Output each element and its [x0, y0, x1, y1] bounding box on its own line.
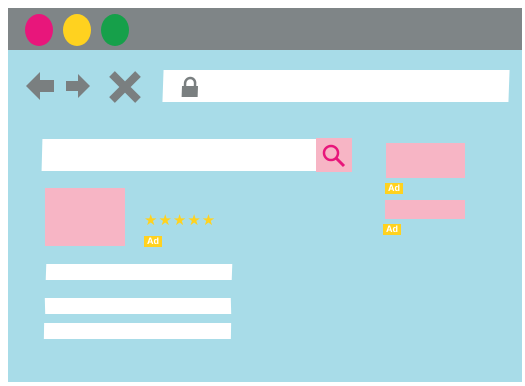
search-input[interactable]	[41, 139, 320, 171]
close-window-button[interactable]	[25, 14, 53, 46]
result-text-line[interactable]	[45, 264, 233, 280]
lock-icon	[178, 76, 201, 103]
forward-arrow-icon[interactable]	[66, 70, 90, 107]
result-text-line[interactable]	[43, 323, 232, 339]
maximize-window-button[interactable]	[101, 14, 129, 46]
title-bar	[8, 8, 522, 50]
search-icon	[322, 144, 346, 168]
ad-badge: Ad	[144, 236, 162, 247]
sidebar-ad-2-badge: Ad	[383, 224, 401, 235]
rating-stars: ★★★★★	[144, 212, 217, 229]
address-bar[interactable]	[162, 70, 510, 103]
browser-window: ★★★★★ Ad Ad Ad	[8, 8, 522, 382]
sidebar-ad-1-badge: Ad	[385, 183, 403, 194]
ad-thumbnail[interactable]	[45, 188, 125, 246]
sidebar-ad-1[interactable]	[386, 143, 465, 178]
result-text-line[interactable]	[44, 298, 232, 314]
back-arrow-icon[interactable]	[26, 70, 56, 107]
minimize-window-button[interactable]	[63, 14, 91, 46]
sidebar-ad-2[interactable]	[385, 200, 465, 219]
search-button[interactable]	[316, 138, 352, 172]
close-x-icon[interactable]	[108, 70, 142, 109]
